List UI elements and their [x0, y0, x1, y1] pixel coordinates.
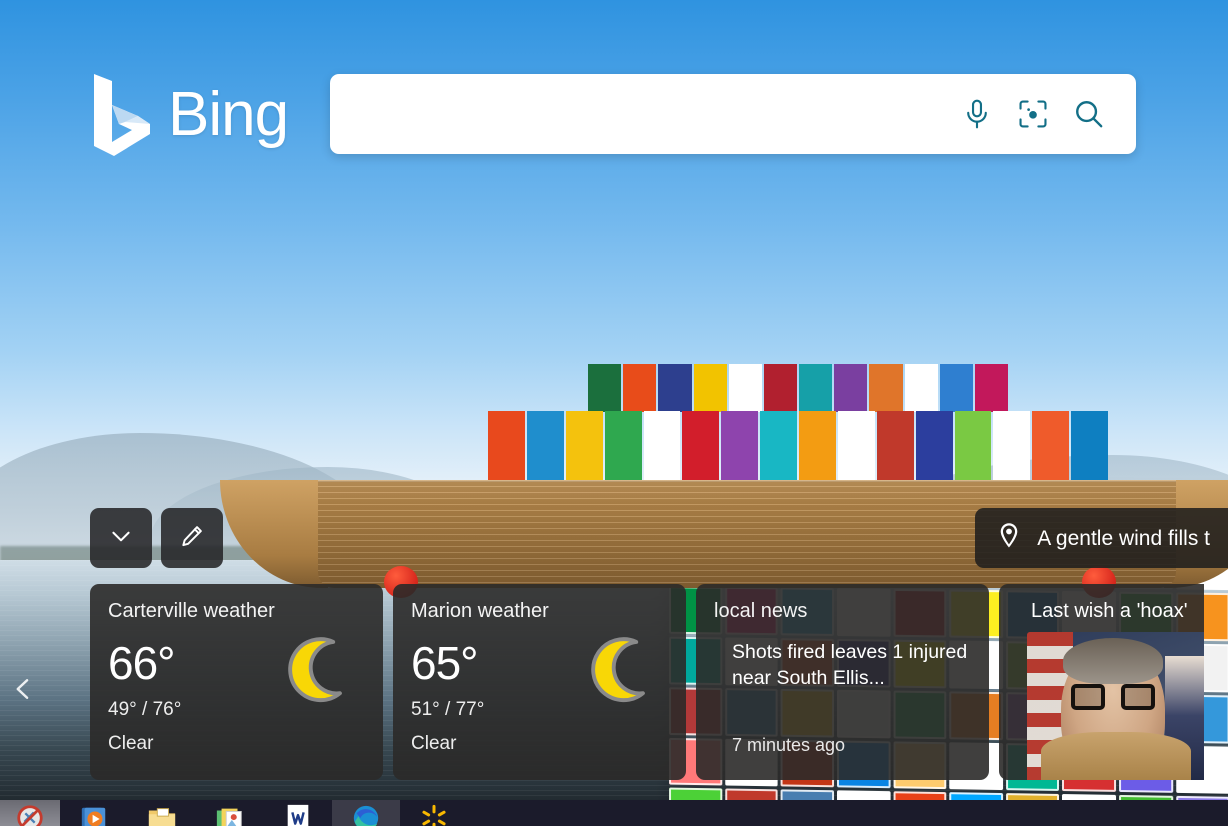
no-sync-icon [15, 803, 45, 826]
deck-drawing-panel [658, 364, 692, 412]
quilt-panel [724, 788, 778, 800]
card-title: Carterville weather [108, 600, 275, 622]
weather-card-carterville[interactable]: Carterville weather 66° 49° / 76° Clear [90, 584, 383, 780]
tb-photos[interactable] [196, 800, 264, 826]
weather-body: 66° 49° / 76° Clear [108, 637, 365, 755]
deck-drawing-panel [604, 411, 642, 483]
quilt-panel [780, 789, 834, 800]
image-caption-text: A gentle wind fills t [1037, 526, 1210, 550]
search-icon[interactable] [1072, 97, 1106, 131]
weather-condition: Clear [411, 733, 457, 754]
deck-drawing-panel [623, 364, 657, 412]
chevron-left-icon [9, 675, 37, 708]
card-title: Last wish a 'hoax' [1031, 600, 1188, 622]
deck-drawing-panel [876, 411, 914, 483]
carousel-prev-button[interactable] [0, 668, 46, 714]
visual-search-icon[interactable] [1016, 97, 1050, 131]
spark-icon [419, 803, 449, 826]
bing-homepage: Bing A gentle wind fills t Carterville w… [0, 0, 1228, 826]
portrait-collar [1041, 732, 1191, 780]
card-title: Marion weather [411, 600, 549, 622]
quilt-panel [836, 790, 891, 800]
deck-drawing-panel [904, 364, 938, 412]
news-card-last-wish[interactable]: Last wish a 'hoax' [999, 584, 1204, 780]
deck-drawing-panel [799, 411, 836, 483]
news-card-local[interactable]: local news Shots fired leaves 1 injured … [696, 584, 989, 780]
crescent-moon-icon [582, 634, 660, 712]
info-card-strip: Carterville weather 66° 49° / 76° Clear … [90, 584, 1204, 780]
weather-body: 65° 51° / 77° Clear [411, 637, 668, 755]
news-thumbnail [1027, 632, 1204, 780]
deck-drawing-panel [721, 411, 759, 483]
deck-drawing-panel [1032, 411, 1070, 483]
tb-file-explorer[interactable] [128, 800, 196, 826]
taskbar [0, 800, 1228, 826]
tb-tray-no-sync[interactable] [0, 800, 60, 826]
deck-drawing-panel [869, 364, 903, 412]
weather-condition: Clear [108, 733, 154, 754]
location-pin-icon [997, 522, 1021, 554]
search-actions [960, 97, 1136, 131]
deck-drawing-panel [682, 411, 720, 483]
expand-panel-button[interactable] [90, 508, 152, 568]
deck-drawing-panel [837, 411, 875, 483]
tb-word-app[interactable] [264, 800, 332, 826]
deck-drawing-panel [728, 364, 762, 412]
quilt-panel [893, 791, 947, 800]
quilt-panel [1005, 793, 1060, 800]
weather-card-marion[interactable]: Marion weather 65° 51° / 77° Clear [393, 584, 686, 780]
bing-logo-icon [92, 72, 154, 158]
deck-drawing-panel [799, 364, 833, 412]
crescent-moon-icon [279, 634, 357, 712]
folder-icon [147, 803, 177, 826]
deck-drawing-panel [939, 364, 973, 412]
news-timestamp: 7 minutes ago [732, 735, 846, 755]
deck-drawing-panel [693, 364, 727, 412]
deck-drawing-panel [488, 411, 525, 483]
pencil-icon [179, 523, 205, 554]
quilt-panel [669, 787, 722, 800]
deck-drawing-panel [993, 411, 1031, 483]
deck-drawing-panel [974, 364, 1008, 412]
search-input[interactable] [330, 74, 960, 154]
deck-drawing-panel [834, 364, 868, 412]
quilt-panel [949, 792, 1003, 800]
deck-drawing-panel [1071, 411, 1108, 483]
deck-drawing-panel [760, 411, 797, 483]
tb-walmart-app[interactable] [400, 800, 468, 826]
search-box[interactable] [330, 74, 1136, 154]
deck-drawing-panel [565, 411, 603, 483]
deck-drawing-panel [915, 411, 953, 483]
tb-microsoft-edge[interactable] [332, 800, 400, 826]
deck-drawing-panel [763, 364, 798, 412]
document-icon [283, 803, 313, 826]
image-caption-pill[interactable]: A gentle wind fills t [975, 508, 1228, 568]
deck-drawings-upper [588, 364, 1008, 412]
photos-icon [215, 803, 245, 826]
deck-drawing-panel [588, 364, 622, 412]
edit-button[interactable] [161, 508, 223, 568]
tb-media-player[interactable] [60, 800, 128, 826]
portrait-glasses [1071, 684, 1155, 710]
media-player-icon [79, 803, 109, 826]
deck-drawing-panel [526, 411, 564, 483]
deck-drawing-panel [643, 411, 681, 483]
bing-wordmark: Bing [168, 80, 289, 149]
microphone-icon[interactable] [960, 97, 994, 131]
news-headline: Shots fired leaves 1 injured near South … [732, 641, 968, 689]
deck-drawings [488, 411, 1108, 483]
portrait-hair [1063, 638, 1163, 684]
chevron-down-icon [108, 523, 134, 554]
bing-logo[interactable]: Bing [92, 72, 289, 158]
edge-icon [351, 803, 381, 826]
image-controls [90, 508, 223, 568]
card-title: local news [714, 600, 808, 622]
deck-drawing-panel [954, 411, 992, 483]
